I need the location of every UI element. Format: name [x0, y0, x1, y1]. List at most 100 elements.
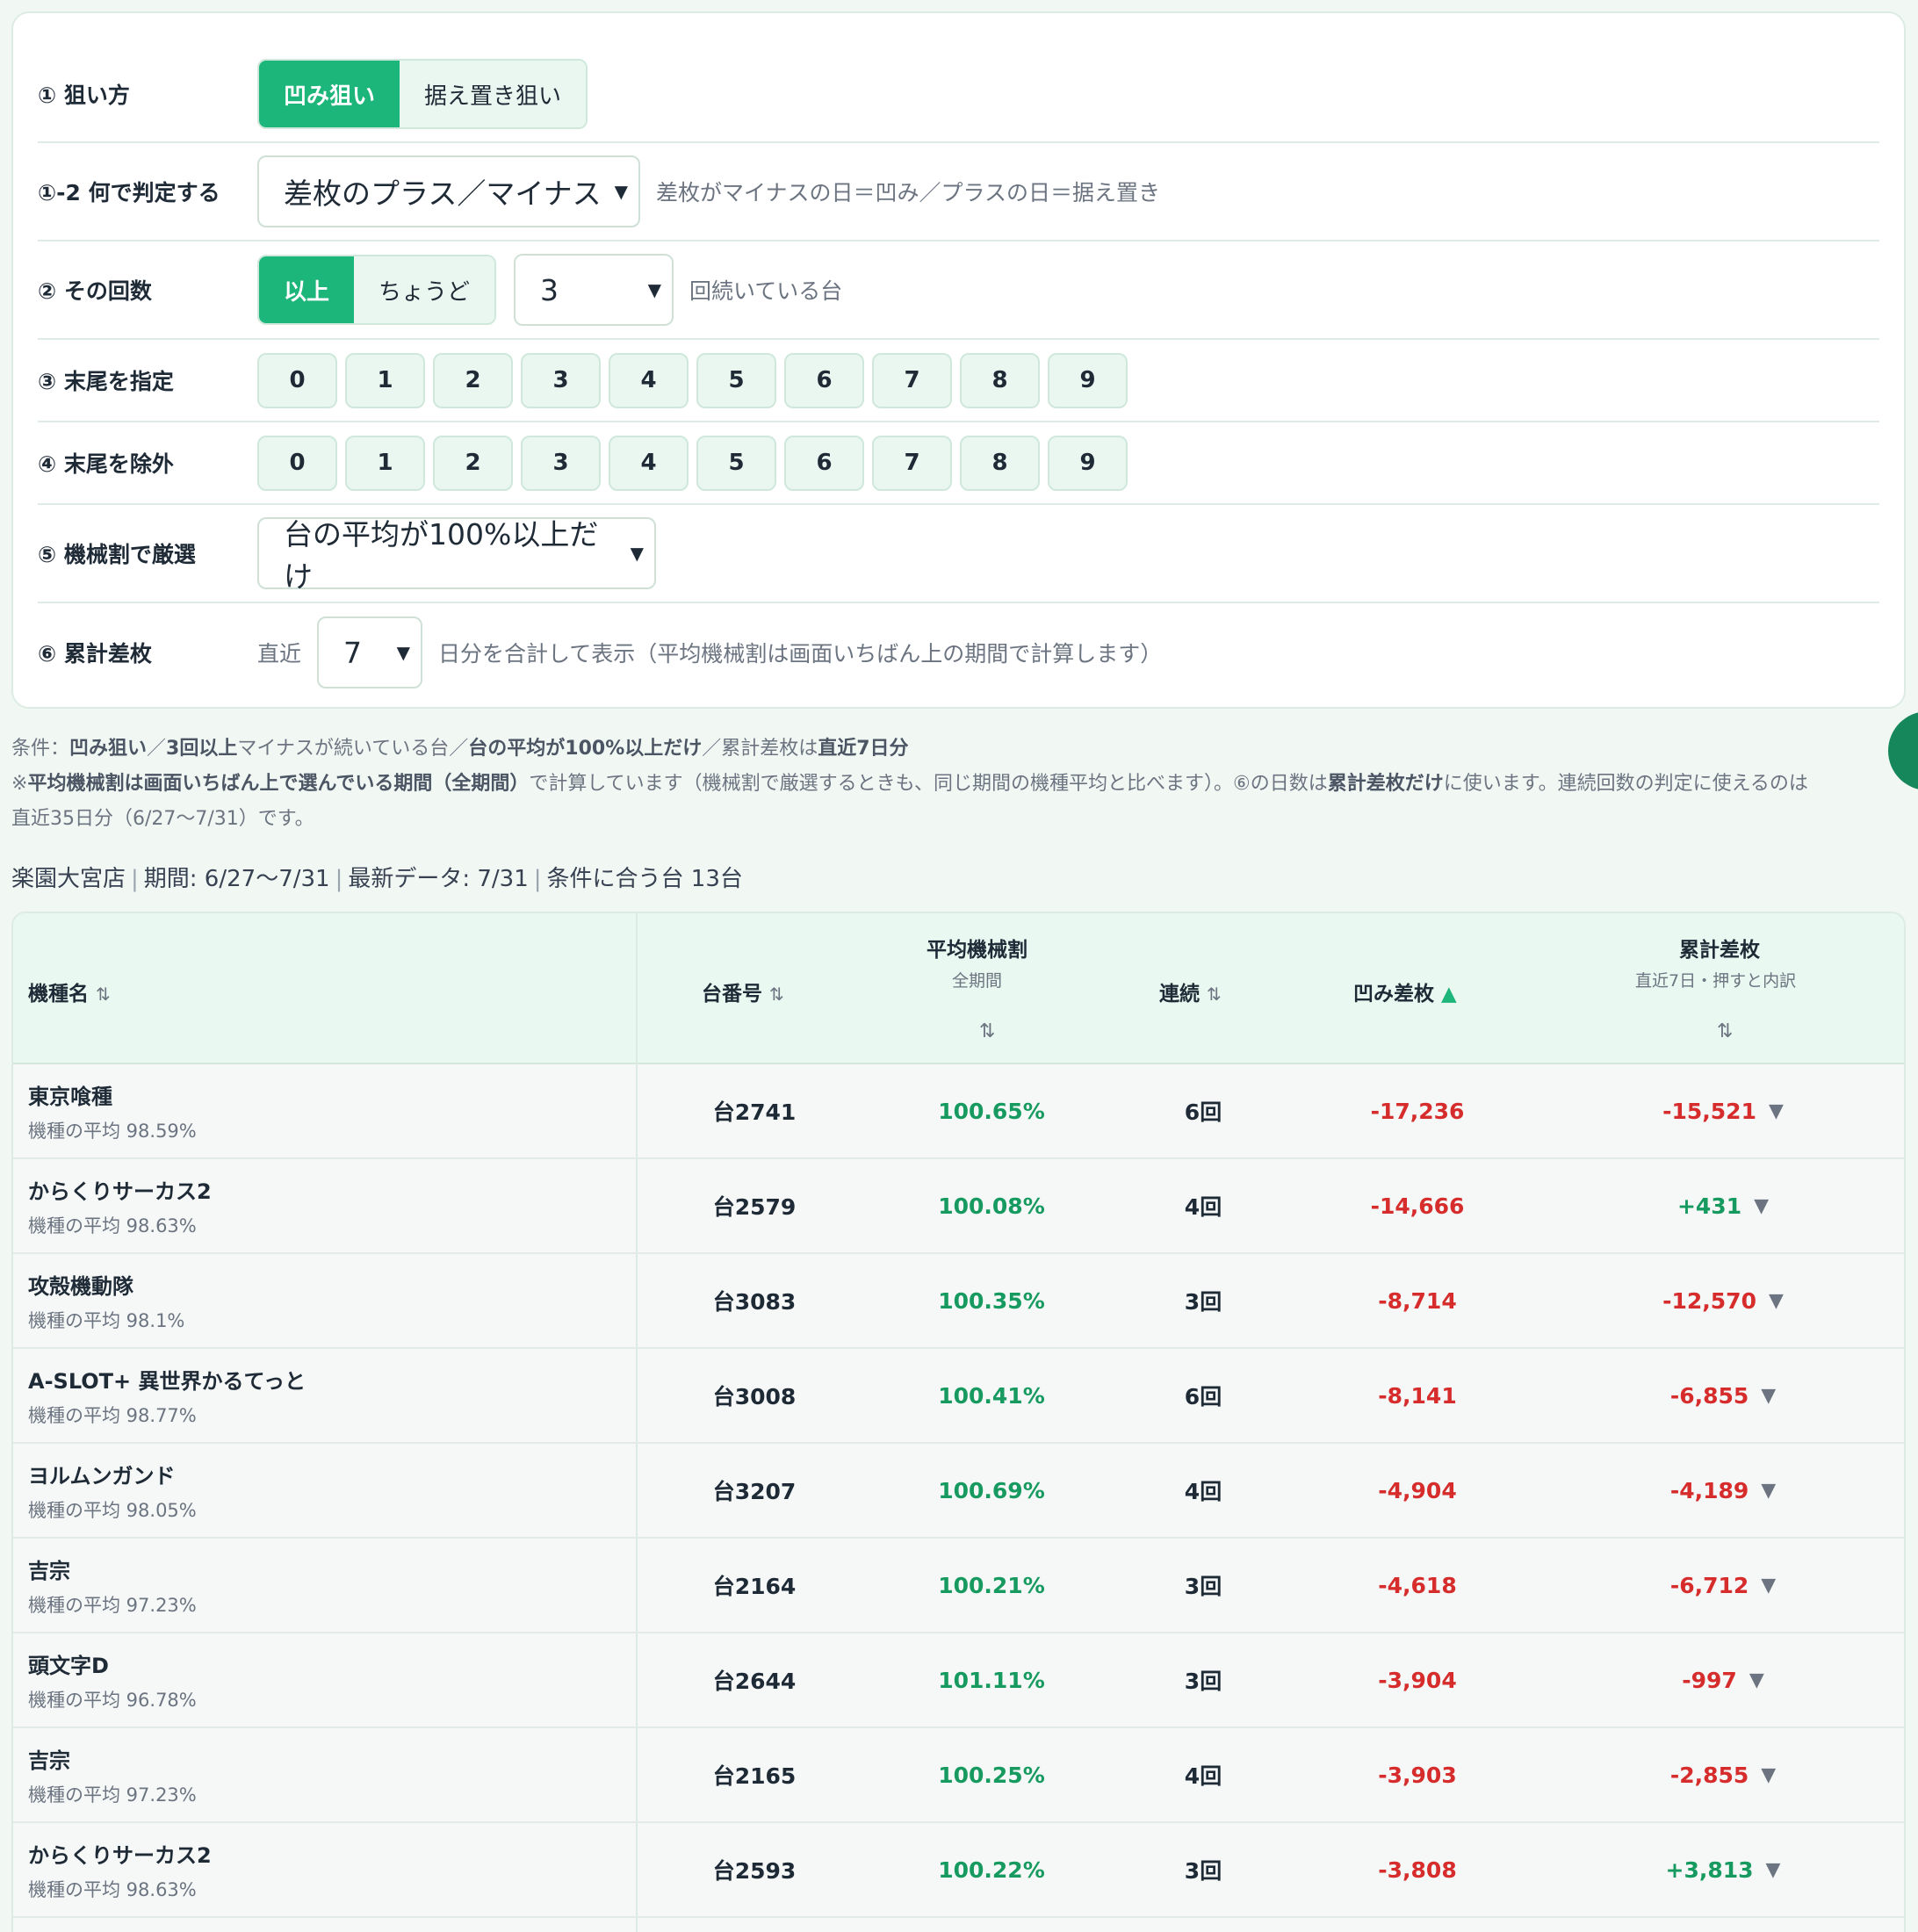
sort-icon[interactable]: ⇅: [979, 1020, 995, 1042]
sort-icon: ⇅: [769, 984, 784, 1005]
cumulative-hint: 日分を合計して表示（平均機械割は画面いちばん上の期間で計算します）: [438, 641, 1163, 667]
machine-cell: 頭文字D 機種の平均 96.78%: [28, 1633, 625, 1727]
cumulative-cell[interactable]: -15,521 ▼: [1539, 1064, 1904, 1157]
dip-diff: -8,141: [1378, 1382, 1457, 1409]
tail-exclude-digit[interactable]: 8: [960, 435, 1040, 491]
machine-name: 吉宗: [28, 1558, 70, 1583]
table-row[interactable]: ヨルムンガンド 機種の平均 98.05% 台3207 100.69% 4回 -4,904 -…: [13, 1444, 1904, 1539]
aim-dip-button[interactable]: 凹み狙い: [259, 61, 400, 127]
cumulative-cell[interactable]: +3,813 ▼: [1539, 1823, 1904, 1916]
count-exact-button[interactable]: ちょうど: [354, 256, 494, 323]
streak-count: 4回: [1184, 1763, 1222, 1789]
table-row[interactable]: 東京喰種 機種の平均 98.59% 台2741 100.65% 6回 -17,236 -15…: [13, 1064, 1904, 1159]
header-cum[interactable]: 累計差枚: [1679, 933, 1760, 962]
cumulative-cell[interactable]: +431 ▼: [1539, 1159, 1904, 1252]
streak-count: 3回: [1184, 1669, 1222, 1694]
tail-exclude-digit[interactable]: 2: [433, 435, 513, 491]
tail-exclude-digit[interactable]: 5: [696, 435, 776, 491]
avg-rate: 101.11%: [938, 1667, 1045, 1693]
machine-name: 頭文字D: [28, 1653, 109, 1678]
machine-avg: 機種の平均 96.78%: [28, 1689, 197, 1711]
cond-text: ／: [147, 738, 167, 760]
cumulative-cell[interactable]: -6,855 ▼: [1539, 1349, 1904, 1442]
filter-aim-label: ① 狙い方: [38, 83, 130, 108]
tail-exclude-digit[interactable]: 7: [872, 435, 952, 491]
machine-cell: からくりサーカス2 機種の平均 98.63%: [28, 1823, 625, 1916]
table-row[interactable]: 吉宗 機種の平均 97.23% 台2164 100.21% 3回 -4,618 -6,712…: [13, 1539, 1904, 1633]
header-ren[interactable]: 連続 ⇅: [1159, 977, 1222, 1006]
avg-rate: 100.22%: [938, 1856, 1045, 1883]
tail-include-digit[interactable]: 2: [433, 352, 513, 408]
count-atleast-button[interactable]: 以上: [259, 256, 354, 323]
cond-strong: 凹み狙い: [69, 738, 148, 760]
tail-include-digit[interactable]: 8: [960, 352, 1040, 408]
avg-rate: 100.08%: [938, 1193, 1045, 1219]
cumulative-cell[interactable]: -997 ▼: [1539, 1633, 1904, 1727]
table-row[interactable]: からくりサーカス2 機種の平均 98.63% 台2579 100.08% 4回 -14,6…: [13, 1159, 1904, 1254]
unit-number: 台2741: [712, 1099, 797, 1125]
machine-avg: 機種の平均 97.23%: [28, 1594, 197, 1616]
conditions-note: ※平均機械割は画面いちばん上で選んでいる期間（全期間）で計算しています（機械割で…: [11, 767, 1900, 802]
cumulative-cell[interactable]: -12,570 ▼: [1539, 1254, 1904, 1347]
tail-exclude-digit[interactable]: 1: [345, 435, 425, 491]
filter-count: ② その回数 以上 ちょうど 3 ▼ 回続いている台: [38, 242, 1879, 340]
table-row[interactable]: 頭文字D 機種の平均 96.78% 台2644 101.11% 3回 -3,904 -997…: [13, 1633, 1904, 1728]
tail-include-digit[interactable]: 9: [1048, 352, 1128, 408]
judge-select[interactable]: 差枚のプラス／マイナス ▼: [257, 155, 640, 227]
machine-avg: 機種の平均 98.1%: [28, 1309, 185, 1331]
expand-triangle-icon[interactable]: ▼: [1761, 1575, 1776, 1597]
tail-include-digit[interactable]: 4: [609, 352, 689, 408]
unit-number: 台3008: [712, 1384, 797, 1409]
dip-diff: -3,808: [1378, 1856, 1457, 1883]
expand-triangle-icon[interactable]: ▼: [1754, 1195, 1769, 1217]
expand-triangle-icon[interactable]: ▼: [1761, 1764, 1776, 1786]
cumulative-cell[interactable]: -6,712 ▼: [1539, 1539, 1904, 1632]
count-select-value: 3: [540, 272, 559, 307]
machine-avg: 機種の平均 98.63%: [28, 1215, 197, 1236]
tail-exclude-digit[interactable]: 6: [784, 435, 864, 491]
expand-triangle-icon[interactable]: ▼: [1769, 1290, 1784, 1312]
tail-exclude-digit[interactable]: 0: [257, 435, 337, 491]
header-diff[interactable]: 凹み差枚 ▲: [1353, 977, 1457, 1006]
tail-exclude-digit[interactable]: 3: [521, 435, 601, 491]
tail-include-digit[interactable]: 5: [696, 352, 776, 408]
tail-include-digit[interactable]: 7: [872, 352, 952, 408]
tail-exclude-digit[interactable]: 9: [1048, 435, 1128, 491]
count-mode-toggle: 以上 ちょうど: [257, 255, 496, 325]
expand-triangle-icon[interactable]: ▼: [1761, 1480, 1776, 1502]
count-select[interactable]: 3 ▼: [514, 254, 674, 326]
header-name[interactable]: 機種名 ⇅: [28, 977, 111, 1006]
table-row[interactable]: A‐SLOT+ 異世界かるてっと 機種の平均 98.77% 台3008 100.41%…: [13, 1349, 1904, 1444]
cumulative-value: -6,712: [1669, 1572, 1749, 1598]
tail-exclude-digit[interactable]: 4: [609, 435, 689, 491]
tail-include-digit[interactable]: 6: [784, 352, 864, 408]
store-meta: 楽園大宮店 | 期間: 6/27〜7/31 | 最新データ: 7/31 | 条件に合う台 1…: [11, 866, 743, 892]
header-no[interactable]: 台番号 ⇅: [702, 977, 784, 1006]
cumulative-value: +431: [1676, 1193, 1742, 1219]
sort-icon: ⇅: [96, 984, 111, 1005]
conditions-summary: 条件：凹み狙い／3回以上マイナスが続いている台／台の平均が100%以上だけ／累計…: [11, 732, 1900, 767]
tail-include-digit[interactable]: 0: [257, 352, 337, 408]
header-rate[interactable]: 平均機械割: [927, 933, 1028, 962]
cumulative-cell[interactable]: -2,855 ▼: [1539, 1728, 1904, 1821]
dip-diff: -4,618: [1378, 1572, 1457, 1598]
sort-icon[interactable]: ⇅: [1717, 1020, 1733, 1042]
expand-triangle-icon[interactable]: ▼: [1749, 1669, 1764, 1691]
cumulative-cell[interactable]: -4,189 ▼: [1539, 1444, 1904, 1537]
table-row[interactable]: 吉宗 機種の平均 97.23% 台2165 100.25% 4回 -3,903 -2,855…: [13, 1728, 1904, 1823]
rate-select-value: 台の平均が100%以上だけ: [284, 517, 599, 594]
tail-include-digit[interactable]: 1: [345, 352, 425, 408]
machine-cell: A‐SLOT+ 異世界かるてっと 機種の平均 98.77%: [28, 1349, 625, 1442]
cond-strong: 直近7日分: [818, 738, 909, 760]
table-row[interactable]: からくりサーカス2 機種の平均 98.63% 台2593 100.22% 3回 -3,80…: [13, 1823, 1904, 1918]
aim-keep-button[interactable]: 据え置き狙い: [400, 61, 586, 127]
expand-triangle-icon[interactable]: ▼: [1766, 1859, 1781, 1881]
expand-triangle-icon[interactable]: ▼: [1769, 1100, 1784, 1122]
chevron-down-icon: ▼: [630, 543, 644, 564]
table-row[interactable]: 攻殻機動隊 機種の平均 98.1% 台3083 100.35% 3回 -8,714 -12,…: [13, 1254, 1904, 1349]
cumulative-days-select[interactable]: 7 ▼: [317, 616, 423, 688]
rate-select[interactable]: 台の平均が100%以上だけ ▼: [257, 517, 656, 594]
cumulative-days-value: 7: [343, 635, 363, 670]
tail-include-digit[interactable]: 3: [521, 352, 601, 408]
expand-triangle-icon[interactable]: ▼: [1761, 1385, 1776, 1407]
